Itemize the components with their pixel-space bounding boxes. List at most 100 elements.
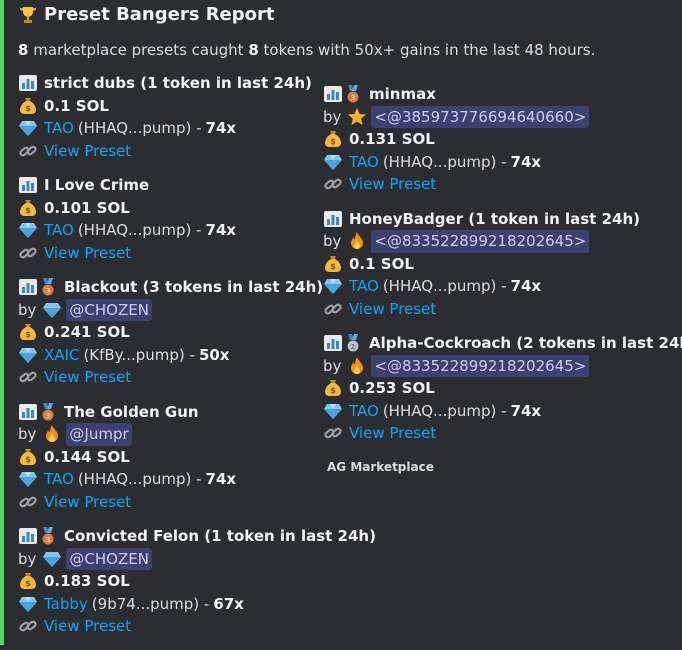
token-address: (HHAQ...pump) -	[77, 470, 202, 488]
token-name-link[interactable]: TAO	[44, 468, 74, 491]
money-bag-icon: $	[18, 323, 38, 341]
link-icon	[18, 493, 38, 511]
view-preset-row: View Preset	[323, 422, 682, 445]
preset-price: $0.1 SOL	[18, 95, 318, 118]
bar-chart-icon	[18, 278, 38, 296]
view-preset-row: View Preset	[323, 298, 682, 321]
medal-3-icon: 3	[343, 85, 363, 103]
preset-card: 3 minmax by <@385973776694640660> $0.131 SOL…	[323, 83, 682, 196]
link-icon	[18, 617, 38, 635]
preset-price: $0.1 SOL	[323, 253, 682, 276]
medal-3-icon: 3	[38, 527, 58, 545]
by-label: by	[18, 549, 37, 568]
preset-name: HoneyBadger (1 token in last 24h)	[349, 209, 640, 228]
author-mention[interactable]: <@833522899218202645>	[371, 354, 590, 377]
view-preset-row: View Preset	[18, 615, 318, 638]
preset-card: strict dubs (1 token in last 24h) $0.1 SO…	[18, 72, 318, 162]
preset-header: 3 minmax	[323, 83, 682, 106]
svg-text:3: 3	[46, 536, 50, 544]
star-icon	[347, 107, 367, 126]
preset-price: $0.101 SOL	[18, 197, 318, 220]
sol-amount: 0.144 SOL	[44, 447, 130, 466]
view-preset-row: View Preset	[323, 173, 682, 196]
preset-card: I Love Crime $0.101 SOL TAO (HHAQ...pump) -…	[18, 174, 318, 264]
link-icon	[323, 300, 343, 318]
author-mention[interactable]: @CHOZEN	[66, 547, 152, 570]
author-mention[interactable]: <@833522899218202645>	[371, 230, 590, 253]
fire-icon	[42, 425, 62, 443]
author-mention[interactable]: <@385973776694640660>	[371, 105, 590, 128]
svg-text:$: $	[25, 330, 31, 339]
by-label: by	[323, 232, 342, 250]
gem-icon	[323, 402, 343, 420]
money-bag-icon: $	[323, 379, 343, 397]
by-label: by	[323, 356, 342, 375]
sol-amount: 0.183 SOL	[44, 572, 130, 590]
desc-text-1: marketplace presets caught	[33, 41, 244, 59]
trophy-icon	[18, 6, 38, 24]
gem-icon	[323, 153, 343, 171]
preset-token: TAO (HHAQ...pump) -74x	[323, 400, 682, 423]
token-name-link[interactable]: TAO	[349, 151, 379, 174]
sol-amount: 0.131 SOL	[349, 130, 435, 148]
author-mention[interactable]: @Jumpr	[66, 423, 132, 446]
preset-price: $0.253 SOL	[323, 377, 682, 400]
svg-text:$: $	[25, 206, 31, 215]
token-address: (HHAQ...pump) -	[382, 401, 507, 420]
gem-icon	[18, 346, 38, 364]
view-preset-link[interactable]: View Preset	[44, 366, 131, 389]
preset-name: The Golden Gun	[64, 402, 199, 421]
token-address: (9b74...pump) -	[91, 594, 210, 613]
author-mention[interactable]: @CHOZEN	[66, 298, 152, 321]
preset-token: TAO (HHAQ...pump) -74x	[18, 219, 318, 242]
preset-header: strict dubs (1 token in last 24h)	[18, 72, 318, 95]
preset-card: 2 Alpha-Cockroach (2 tokens in last 24h) b…	[323, 332, 682, 445]
token-name-link[interactable]: TAO	[349, 400, 379, 423]
preset-header: 3 Blackout (3 tokens in last 24h)	[18, 276, 323, 299]
token-name-link[interactable]: TAO	[44, 219, 74, 242]
sol-amount: 0.253 SOL	[349, 379, 435, 397]
preset-name: Alpha-Cockroach (2 tokens in last 24h)	[369, 334, 682, 352]
gem-icon	[323, 277, 343, 295]
preset-price: $0.183 SOL	[18, 570, 318, 593]
sol-amount: 0.241 SOL	[44, 323, 130, 341]
desc-text-2: tokens with 50x+ gains in the last 48 ho…	[263, 41, 596, 59]
gain-multiplier: 50x	[198, 345, 230, 364]
view-preset-link[interactable]: View Preset	[44, 615, 131, 638]
gain-multiplier: 74x	[205, 221, 237, 239]
sol-amount: 0.1 SOL	[349, 254, 414, 273]
preset-author: by @Jumpr	[18, 423, 318, 446]
view-preset-link[interactable]: View Preset	[44, 242, 131, 265]
view-preset-row: View Preset	[18, 242, 318, 265]
view-preset-link[interactable]: View Preset	[44, 140, 131, 163]
sol-amount: 0.1 SOL	[44, 96, 109, 115]
view-preset-link[interactable]: View Preset	[349, 173, 436, 196]
view-preset-link[interactable]: View Preset	[349, 422, 436, 445]
medal-3-icon: 3	[38, 278, 58, 296]
preset-token: TAO (HHAQ...pump) -74x	[18, 117, 318, 140]
token-address: (HHAQ...pump) -	[77, 119, 202, 137]
token-name-link[interactable]: XAIC	[44, 344, 79, 367]
token-name-link[interactable]: Tabby	[44, 593, 88, 616]
preset-name: Convicted Felon (1 token in last 24h)	[64, 527, 376, 545]
view-preset-row: View Preset	[18, 366, 318, 389]
medal-2-icon: 2	[343, 334, 363, 352]
presets-column-right: 3 minmax by <@385973776694640660> $0.131 SOL…	[323, 83, 682, 457]
bar-chart-icon	[18, 403, 38, 421]
token-name-link[interactable]: TAO	[44, 117, 74, 140]
preset-token: TAO (HHAQ...pump) -74x	[323, 275, 682, 298]
view-preset-link[interactable]: View Preset	[349, 298, 436, 321]
gain-multiplier: 74x	[510, 152, 542, 171]
preset-author: by <@833522899218202645>	[323, 230, 682, 253]
link-icon	[18, 142, 38, 160]
embed-footer: AG Marketplace	[327, 460, 434, 474]
token-name-link[interactable]: TAO	[349, 275, 379, 298]
bar-chart-icon	[18, 527, 38, 545]
gain-multiplier: 74x	[205, 119, 237, 137]
svg-text:$: $	[25, 104, 31, 113]
presets-column-left: strict dubs (1 token in last 24h) $0.1 SO…	[18, 72, 376, 650]
preset-price: $0.144 SOL	[18, 446, 318, 469]
view-preset-link[interactable]: View Preset	[44, 491, 131, 514]
gain-multiplier: 67x	[213, 594, 244, 613]
preset-card: HoneyBadger (1 token in last 24h) by <@833…	[323, 208, 682, 321]
